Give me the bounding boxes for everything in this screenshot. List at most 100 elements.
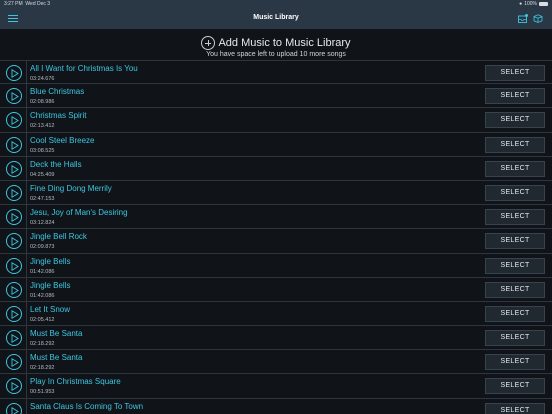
row-divider (26, 277, 27, 301)
status-time: 3:27 PM Wed Dec 3 (4, 1, 51, 7)
play-icon[interactable] (6, 257, 22, 274)
play-icon[interactable] (6, 378, 22, 395)
box-icon[interactable] (533, 14, 543, 23)
song-row[interactable]: Let It Snow 02:05.412 SELECT (0, 301, 552, 327)
row-divider (26, 132, 27, 156)
song-row[interactable]: Must Be Santa 02:18.292 SELECT (0, 326, 552, 351)
page-title: Music Library (253, 14, 299, 21)
song-duration: 02:18.292 (30, 365, 55, 372)
song-row[interactable]: Santa Claus Is Coming To Town SELECT (0, 398, 552, 414)
song-title: Let It Snow (30, 304, 71, 314)
row-divider (26, 61, 27, 84)
song-duration: 02:18.292 (30, 341, 55, 348)
play-icon[interactable] (6, 209, 22, 226)
row-divider (26, 180, 27, 205)
song-title: Jesu, Joy of Man's Desiring (30, 208, 128, 218)
play-icon[interactable] (6, 88, 22, 105)
row-divider (26, 156, 27, 180)
row-divider (26, 350, 27, 374)
select-button[interactable]: SELECT (485, 281, 545, 298)
song-title: Jingle Bell Rock (30, 232, 87, 242)
song-duration: 02:08.986 (30, 99, 55, 106)
add-circle-icon (201, 36, 216, 50)
play-icon[interactable] (6, 65, 22, 81)
song-duration: 02:47.153 (30, 195, 55, 202)
select-button[interactable]: SELECT (485, 88, 545, 105)
song-title: Play In Christmas Square (30, 377, 121, 387)
status-right: ● 100% (519, 1, 548, 7)
song-title: Santa Claus Is Coming To Town (30, 401, 144, 411)
battery-percent: 100% (524, 1, 537, 7)
song-title: Cool Steel Breeze (30, 135, 95, 145)
song-duration: 02:05.412 (30, 316, 55, 323)
play-icon[interactable] (6, 136, 22, 153)
select-button[interactable]: SELECT (485, 354, 545, 371)
song-duration: 02:09.873 (30, 244, 55, 251)
play-icon[interactable] (6, 354, 22, 371)
select-button[interactable]: SELECT (485, 378, 545, 395)
row-divider (26, 301, 27, 326)
select-button[interactable]: SELECT (485, 209, 545, 226)
play-icon[interactable] (6, 160, 22, 177)
select-button[interactable]: SELECT (485, 402, 545, 414)
song-duration: 03:24.676 (30, 76, 55, 82)
status-bar: 3:27 PM Wed Dec 3 ● 100% (0, 0, 552, 8)
add-music-label: Add Music to Music Library (218, 37, 351, 49)
add-music-button[interactable]: Add Music to Music Library (0, 36, 552, 50)
select-button[interactable]: SELECT (485, 257, 545, 274)
play-icon[interactable] (6, 112, 22, 129)
song-title: Jingle Bells (30, 280, 71, 290)
song-duration: 00:51.953 (30, 389, 55, 396)
select-button[interactable]: SELECT (485, 112, 545, 129)
select-button[interactable]: SELECT (485, 136, 545, 153)
song-row[interactable]: Jingle Bells 01:42.086 SELECT (0, 277, 552, 302)
navigation-bar: Music Library (0, 8, 552, 29)
song-duration: 03:12.824 (30, 220, 55, 227)
row-divider (26, 108, 27, 132)
select-button[interactable]: SELECT (485, 65, 545, 81)
song-duration: 02:13.412 (30, 123, 55, 130)
battery-icon (539, 2, 548, 6)
song-row[interactable]: Must Be Santa 02:18.292 SELECT (0, 350, 552, 375)
inbox-icon[interactable] (518, 14, 528, 23)
song-row[interactable]: All I Want for Christmas Is You 03:24.676… (0, 60, 552, 85)
song-row[interactable]: Jingle Bells 01:42.086 SELECT (0, 253, 552, 278)
song-row[interactable]: Fine Ding Dong Merrily 02:47.153 SELECT (0, 180, 552, 206)
row-divider (26, 205, 27, 229)
song-row[interactable]: Jingle Bell Rock 02:09.873 SELECT (0, 229, 552, 254)
song-title: Must Be Santa (30, 329, 83, 339)
play-icon[interactable] (6, 305, 22, 322)
song-row[interactable]: Cool Steel Breeze 03:08.525 SELECT (0, 132, 552, 157)
song-row[interactable]: Play In Christmas Square 00:51.953 SELECT (0, 374, 552, 399)
row-divider (26, 398, 27, 414)
song-title: Christmas Spirit (30, 111, 87, 121)
play-icon[interactable] (6, 281, 22, 298)
song-row[interactable]: Deck the Halls 04:25.409 SELECT (0, 156, 552, 181)
play-icon[interactable] (6, 184, 22, 201)
song-title: Blue Christmas (30, 87, 85, 97)
song-title: Deck the Halls (30, 159, 82, 169)
song-duration: 04:25.409 (30, 171, 55, 178)
song-row[interactable]: Blue Christmas 02:08.986 SELECT (0, 84, 552, 109)
song-title: All I Want for Christmas Is You (30, 64, 138, 73)
row-divider (26, 229, 27, 253)
song-row[interactable]: Christmas Spirit 02:13.412 SELECT (0, 108, 552, 133)
wifi-icon: ● (519, 1, 523, 7)
select-button[interactable]: SELECT (485, 233, 545, 250)
select-button[interactable]: SELECT (485, 184, 545, 201)
song-title: Must Be Santa (30, 353, 83, 363)
select-button[interactable]: SELECT (485, 330, 545, 347)
row-divider (26, 253, 27, 277)
song-row[interactable]: Jesu, Joy of Man's Desiring 03:12.824 SELE… (0, 205, 552, 230)
library-header: Add Music to Music Library You have spac… (0, 29, 552, 60)
song-duration: 03:08.525 (30, 147, 55, 154)
play-icon[interactable] (6, 402, 22, 414)
row-divider (26, 374, 27, 398)
row-divider (26, 326, 27, 350)
upload-space-text: You have space left to upload 10 more so… (206, 51, 346, 58)
play-icon[interactable] (6, 233, 22, 250)
select-button[interactable]: SELECT (485, 160, 545, 177)
select-button[interactable]: SELECT (485, 305, 545, 322)
play-icon[interactable] (6, 330, 22, 347)
song-duration: 01:42.086 (30, 292, 55, 299)
